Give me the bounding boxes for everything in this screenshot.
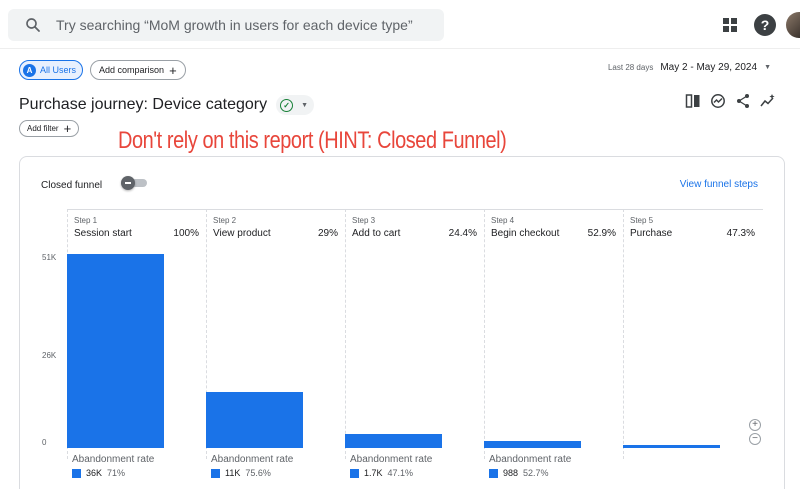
funnel-bar[interactable] — [345, 434, 442, 448]
step-name: Add to cart — [352, 228, 401, 239]
abandonment-percent: 47.1% — [387, 468, 414, 478]
step-number: Step 5 — [630, 216, 654, 225]
abandonment-rate-label: Abandonment rate — [350, 454, 433, 465]
legend-swatch — [350, 468, 359, 478]
step-name: Session start — [74, 228, 132, 239]
funnel-step-column: Step 3 Add to cart 24.4% Abandonment rate 1.… — [345, 209, 484, 489]
abandonment-percent: 75.6% — [245, 468, 271, 478]
page-title: Purchase journey: Device category — [19, 96, 268, 113]
search-placeholder: Try searching “MoM growth in users for e… — [56, 17, 413, 33]
search-bar[interactable]: Try searching “MoM growth in users for e… — [8, 9, 444, 41]
all-users-label: All Users — [40, 65, 77, 75]
zoom-out-icon[interactable]: − — [749, 433, 761, 445]
step-divider — [623, 209, 624, 459]
funnel-bar[interactable] — [623, 444, 720, 448]
step-number: Step 4 — [491, 216, 515, 225]
step-number: Step 3 — [352, 216, 376, 225]
warning-annotation: Don't rely on this report (HINT: Closed … — [118, 127, 507, 154]
step-percent: 47.3% — [726, 228, 755, 239]
abandonment-value: 988 52.7% — [489, 468, 549, 478]
funnel-step-column: Step 2 View product 29% Abandonment rate 11K… — [206, 209, 345, 489]
chevron-down-icon: ▼ — [301, 101, 309, 109]
step-number: Step 1 — [74, 216, 98, 225]
funnel-bar[interactable] — [67, 254, 164, 448]
y-tick-label: 26K — [42, 351, 57, 360]
date-range-value: May 2 - May 29, 2024 — [660, 62, 758, 73]
report-toolbar — [676, 93, 776, 109]
add-filter-label: Add filter — [27, 124, 59, 133]
step-number: Step 2 — [213, 216, 237, 225]
abandonment-count: 36K — [86, 468, 103, 478]
step-name: Purchase — [630, 228, 673, 239]
funnel-step-column: Step 1 Session start 100% Abandonment rate 3… — [67, 209, 206, 489]
step-percent: 29% — [317, 228, 338, 239]
step-percent: 52.9% — [587, 228, 616, 239]
share-icon[interactable] — [735, 93, 751, 109]
check-circle-icon: ✓ — [280, 98, 294, 112]
top-bar: Try searching “MoM growth in users for e… — [0, 0, 800, 48]
trend-sparkle-icon[interactable] — [760, 93, 776, 109]
funnel-chart: 51K 26K 0 Step 1 Session start 100% Abandon… — [20, 157, 786, 489]
funnel-bar[interactable] — [484, 440, 581, 448]
insights-icon[interactable] — [710, 93, 726, 109]
step-name: Begin checkout — [491, 228, 560, 239]
zoom-in-icon[interactable]: + — [749, 419, 761, 431]
abandonment-count: 11K — [225, 468, 241, 478]
add-filter-button[interactable]: Add filter + — [19, 120, 80, 137]
step-divider — [484, 209, 485, 459]
abandonment-percent: 52.7% — [523, 468, 549, 478]
add-comparison-button[interactable]: Add comparison + — [90, 60, 186, 80]
all-users-chip[interactable]: A All Users — [19, 60, 84, 80]
date-range-label: Last 28 days — [607, 63, 654, 72]
compare-columns-icon[interactable] — [685, 93, 701, 109]
abandonment-value: 1.7K 47.1% — [350, 468, 413, 478]
header-divider — [0, 48, 800, 49]
abandonment-percent: 71% — [107, 468, 126, 478]
funnel-bar[interactable] — [206, 391, 303, 448]
help-icon[interactable]: ? — [754, 14, 776, 36]
abandonment-rate-label: Abandonment rate — [489, 454, 572, 465]
step-percent: 100% — [173, 228, 199, 239]
abandonment-count: 988 — [503, 468, 519, 478]
chevron-down-icon: ▼ — [764, 64, 771, 71]
plus-icon: + — [63, 121, 72, 136]
segment-chips: A All Users Add comparison + — [19, 60, 186, 80]
abandonment-rate-label: Abandonment rate — [72, 454, 155, 465]
legend-swatch — [72, 468, 81, 478]
search-icon — [26, 18, 40, 32]
segment-badge: A — [23, 63, 36, 77]
step-percent: 24.4% — [448, 228, 477, 239]
y-tick-label: 51K — [42, 253, 57, 262]
funnel-card: Closed funnel View funnel steps 51K 26K … — [19, 156, 785, 489]
abandonment-count: 1.7K — [364, 468, 383, 478]
avatar[interactable] — [786, 12, 800, 38]
abandonment-rate-label: Abandonment rate — [211, 454, 294, 465]
funnel-step-column: Step 5 Purchase 47.3% — [623, 209, 762, 489]
funnel-step-column: Step 4 Begin checkout 52.9% Abandonment rat… — [484, 209, 623, 489]
abandonment-value: 11K 75.6% — [211, 468, 271, 478]
plus-icon: + — [169, 62, 177, 78]
add-comparison-label: Add comparison — [99, 65, 165, 75]
step-divider — [345, 209, 346, 459]
apps-grid-icon[interactable] — [718, 13, 742, 37]
report-status-dropdown[interactable]: ✓ ▼ — [276, 95, 315, 115]
abandonment-value: 36K 71% — [72, 468, 125, 478]
date-range-picker[interactable]: Last 28 days May 2 - May 29, 2024 ▼ — [608, 62, 771, 73]
legend-swatch — [211, 468, 220, 478]
step-name: View product — [213, 228, 271, 239]
y-tick-label: 0 — [42, 438, 47, 447]
legend-swatch — [489, 468, 498, 478]
